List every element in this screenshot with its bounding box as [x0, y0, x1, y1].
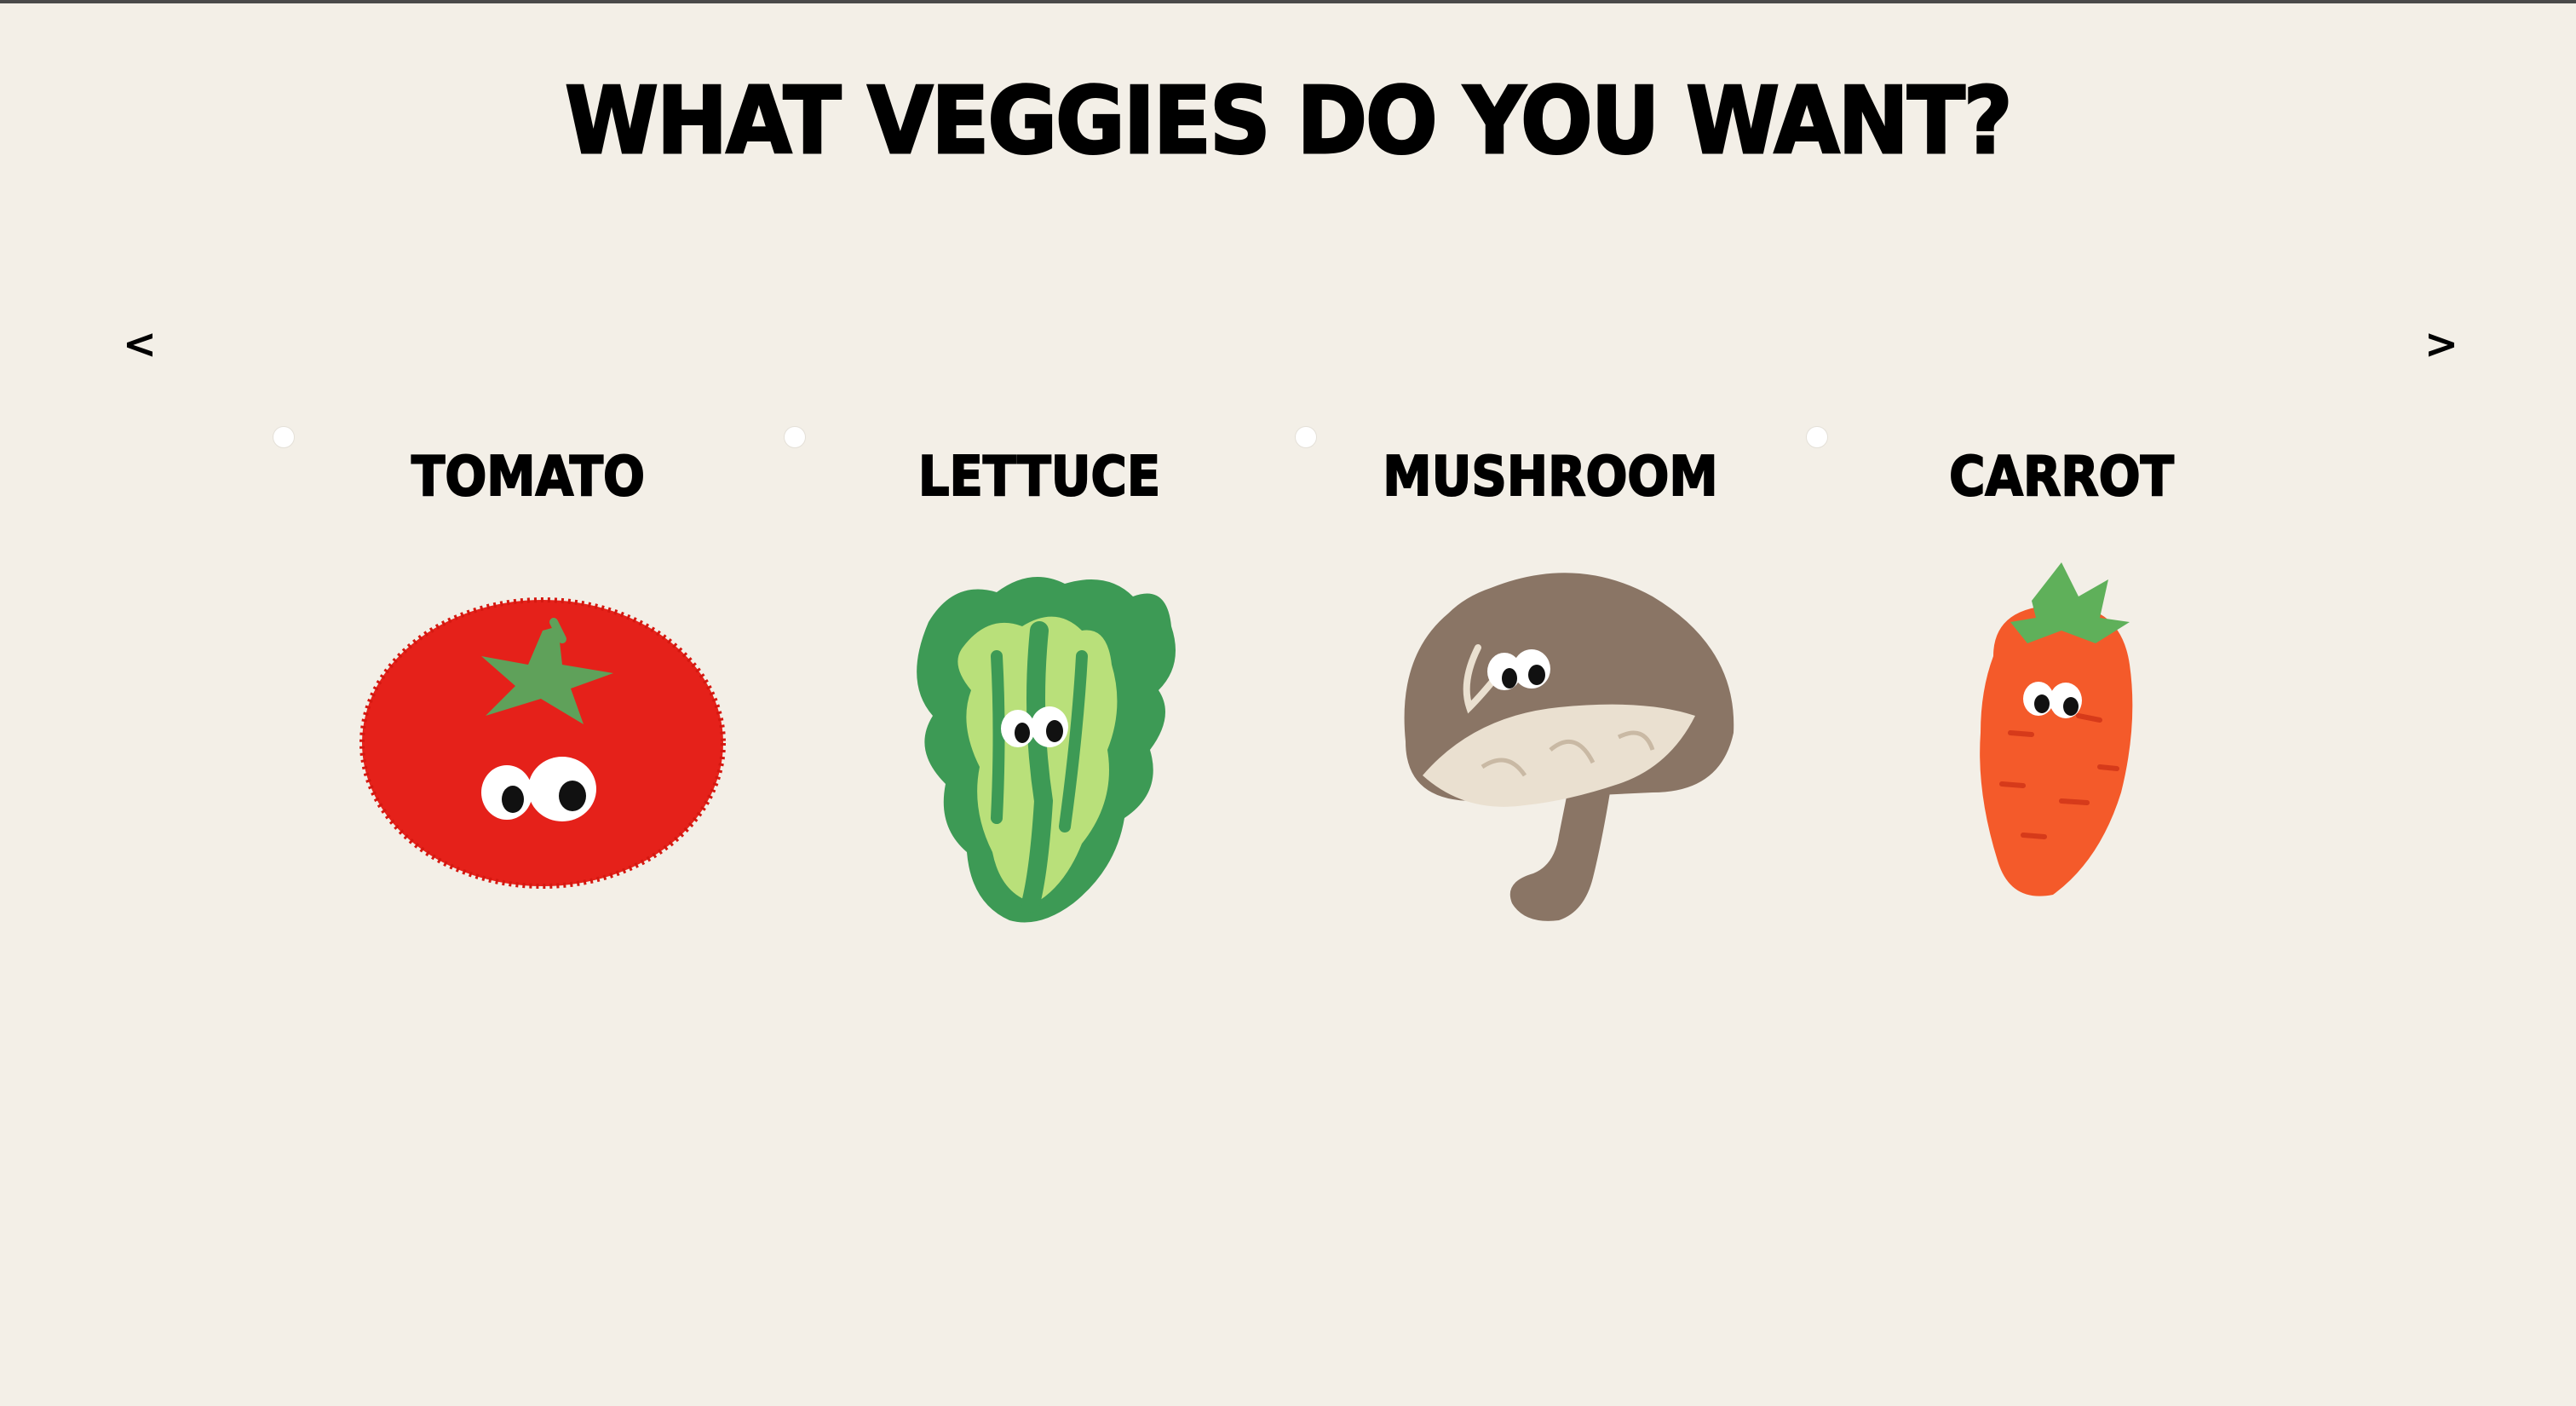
- lettuce-icon[interactable]: [784, 545, 1295, 971]
- radio-button[interactable]: [784, 426, 806, 448]
- veggie-label: TOMATO: [411, 445, 646, 510]
- veggie-label: LETTUCE: [917, 445, 1161, 510]
- carousel-prev-button[interactable]: <: [114, 319, 165, 370]
- tomato-icon[interactable]: [273, 545, 784, 971]
- veggie-option-tomato[interactable]: TOMATO: [273, 426, 784, 971]
- radio-button[interactable]: [273, 426, 295, 448]
- radio-button[interactable]: [1295, 426, 1317, 448]
- veggie-label: CARROT: [1948, 445, 2175, 510]
- top-border: [0, 0, 2576, 3]
- carrot-icon[interactable]: [1806, 545, 2317, 971]
- mushroom-icon[interactable]: [1295, 545, 1806, 971]
- page-title: WHAT VEGGIES DO YOU WANT?: [564, 67, 2014, 176]
- radio-button[interactable]: [1806, 426, 1828, 448]
- veggie-option-lettuce[interactable]: LETTUCE: [784, 426, 1295, 971]
- veggie-option-mushroom[interactable]: MUSHROOM: [1295, 426, 1806, 971]
- veggie-option-carrot[interactable]: CARROT: [1806, 426, 2317, 971]
- veggie-label: MUSHROOM: [1382, 445, 1718, 510]
- carousel-next-button[interactable]: >: [2416, 319, 2467, 370]
